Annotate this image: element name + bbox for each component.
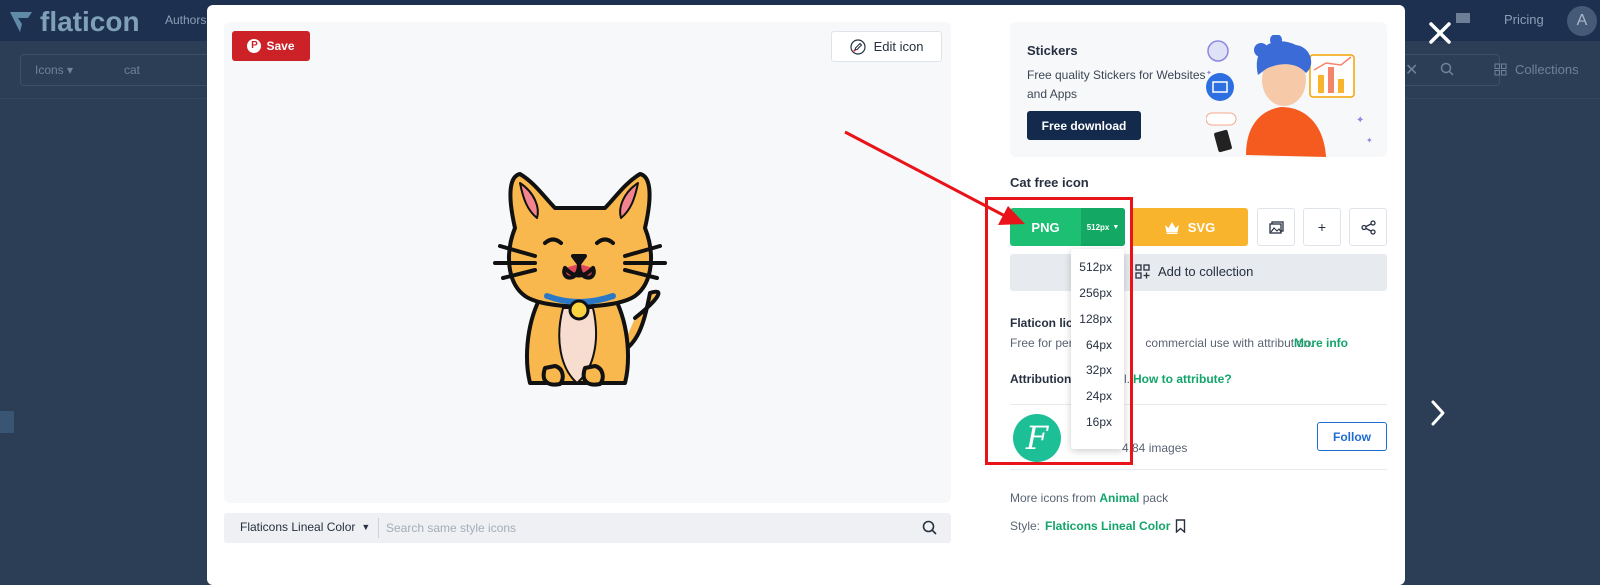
stickers-title: Stickers — [1027, 43, 1078, 58]
annotation-arrow-icon — [844, 130, 1025, 225]
add-to-collection-text: Add to collection — [1158, 264, 1254, 279]
svg-label: SVG — [1187, 219, 1216, 235]
collection-add-icon — [1135, 264, 1150, 279]
license-text-end: commercial use with attribution. — [1145, 336, 1314, 350]
add-to-collection-label[interactable]: Add to collection — [1135, 264, 1253, 279]
language-flag-icon[interactable] — [1456, 13, 1470, 23]
chevron-right-icon[interactable] — [1428, 398, 1448, 428]
nav-pricing[interactable]: Pricing — [1504, 12, 1544, 27]
stickers-description: Free quality Stickers for Websites and A… — [1027, 68, 1206, 101]
bookmark-icon[interactable] — [1175, 519, 1186, 533]
edit-label: Edit icon — [873, 39, 924, 54]
more-info-link[interactable]: More info — [1294, 336, 1348, 350]
pencil-icon — [849, 38, 866, 55]
user-avatar[interactable]: A — [1567, 6, 1597, 36]
style-prefix: Style: — [1010, 519, 1041, 533]
edit-icon-button[interactable]: Edit icon — [831, 31, 942, 62]
svg-text:✦: ✦ — [1356, 115, 1364, 126]
svg-text:✦: ✦ — [1206, 69, 1212, 77]
images-icon — [1268, 220, 1284, 234]
free-download-button[interactable]: Free download — [1027, 111, 1141, 140]
svg-download-button[interactable]: SVG — [1131, 208, 1248, 246]
cat-icon — [493, 172, 667, 387]
caret-down-icon: ▼ — [361, 522, 371, 532]
save-label: Save — [266, 39, 295, 53]
stickers-illustration: ✦ ✦ ✦ — [1206, 35, 1373, 157]
clear-search-icon[interactable]: ✕ — [1405, 60, 1418, 80]
close-icon[interactable] — [1425, 18, 1455, 48]
collections-link[interactable]: Collections — [1494, 62, 1579, 77]
style-search-input[interactable]: Search same style icons — [386, 521, 516, 535]
more-icons-line: More icons from Animal pack — [1010, 491, 1168, 505]
feedback-side-tab[interactable] — [0, 411, 14, 433]
crown-icon — [1164, 221, 1179, 234]
nav-authors[interactable]: Authors — [165, 13, 206, 27]
flaticon-logo[interactable]: flaticon — [8, 6, 140, 38]
animal-pack-link[interactable]: Animal — [1099, 491, 1139, 505]
grid-icon — [1494, 63, 1507, 76]
share-button[interactable] — [1349, 208, 1387, 246]
more-icons-suffix: pack — [1142, 491, 1169, 505]
divider — [1010, 469, 1387, 470]
svg-text:✦: ✦ — [1366, 136, 1373, 145]
search-type-label: Icons — [35, 63, 64, 77]
flaticon-logo-icon — [10, 12, 32, 32]
share-icon — [1360, 219, 1376, 235]
highlight-annotation-box — [985, 197, 1133, 465]
pinterest-icon: P — [247, 39, 262, 53]
style-select-label: Flaticons Lineal Color — [240, 520, 356, 534]
style-line: Style: Flaticons Lineal Color — [1010, 519, 1186, 533]
add-plus-button[interactable]: + — [1303, 208, 1341, 246]
style-select[interactable]: Flaticons Lineal Color ▼ — [240, 520, 370, 534]
more-icons-prefix: More icons from — [1010, 491, 1097, 505]
collections-label: Collections — [1515, 62, 1579, 77]
image-preview-button[interactable] — [1257, 208, 1295, 246]
style-divider — [378, 518, 379, 538]
search-type-select[interactable]: Icons ▾ — [35, 63, 73, 77]
search-icon[interactable] — [922, 520, 937, 535]
follow-button[interactable]: Follow — [1317, 422, 1387, 451]
pinterest-save-button[interactable]: P Save — [232, 31, 310, 61]
style-link[interactable]: Flaticons Lineal Color — [1045, 519, 1170, 533]
site-search-input[interactable]: cat — [124, 63, 140, 77]
how-to-attribute-link[interactable]: How to attribute? — [1133, 372, 1232, 386]
site-search-icon[interactable] — [1440, 62, 1454, 76]
logo-text: flaticon — [40, 6, 140, 37]
